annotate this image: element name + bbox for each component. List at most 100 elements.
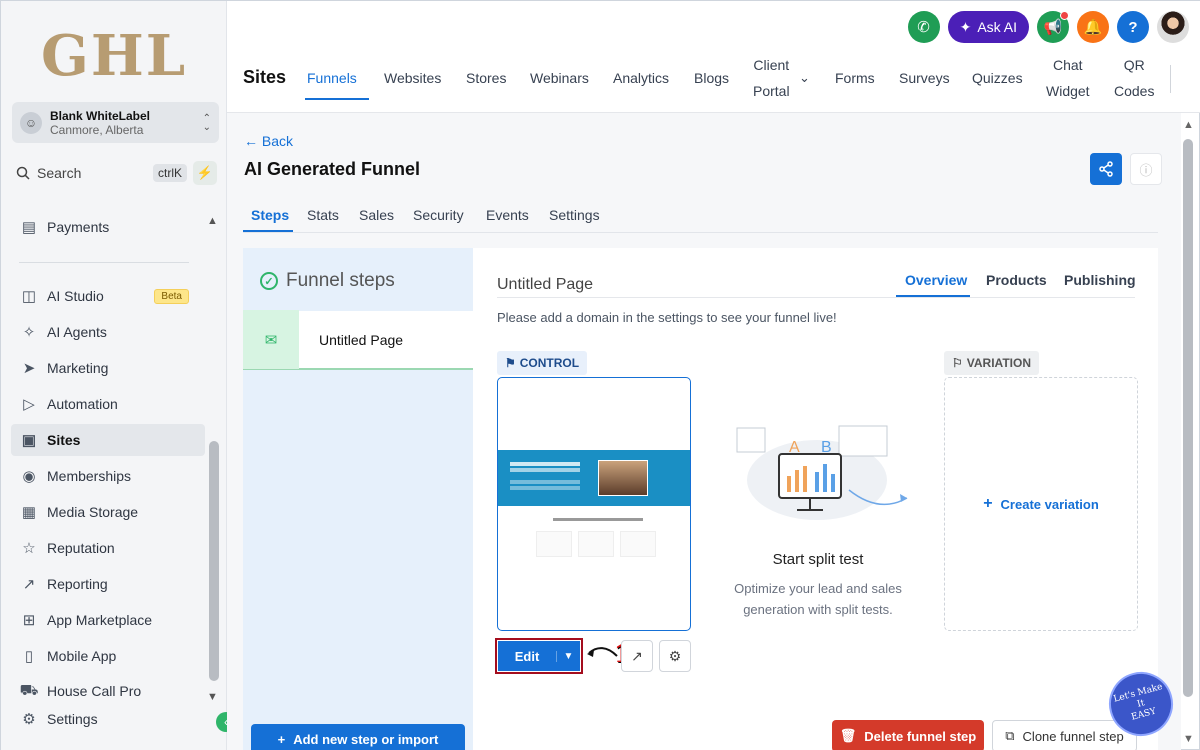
funnel-step-item[interactable]: ✉ Untitled Page	[243, 310, 473, 370]
ask-ai-button[interactable]: ✦ Ask AI	[947, 11, 1029, 43]
main-scroll-down[interactable]: ▼	[1183, 733, 1194, 745]
chevron-down-icon[interactable]: ⌄	[799, 65, 810, 91]
delete-step-button[interactable]: 🗑 Delete funnel step	[832, 720, 984, 750]
chevron-down-icon[interactable]: ▼	[556, 650, 580, 662]
sidebar-item-app-marketplace[interactable]: ⊞ App Marketplace	[19, 604, 205, 636]
tab-chat-widget-line2: Widget	[1046, 83, 1090, 99]
flag-icon: ⚑	[505, 356, 516, 370]
tab-publishing[interactable]: Publishing	[1064, 272, 1136, 288]
subtab-security[interactable]: Security	[413, 207, 464, 223]
variation-tag: ⚐ VARIATION	[944, 351, 1039, 375]
account-name: Blank WhiteLabel	[50, 108, 151, 123]
info-button[interactable]: ⓘ	[1130, 153, 1162, 185]
house-call-pro-icon: ⛟	[19, 681, 39, 699]
announcements-button[interactable]: 📢	[1037, 11, 1069, 43]
sidebar-item-ai-studio[interactable]: ◫ AI Studio Beta	[19, 280, 205, 312]
sidebar-item-label: Settings	[47, 711, 98, 727]
account-switcher[interactable]: ☺ Blank WhiteLabel Canmore, Alberta ⌃ ⌄	[12, 102, 219, 143]
tab-client-portal-line1: Client	[753, 57, 790, 73]
variant-b-label: B	[821, 439, 832, 456]
sidebar-item-label: Reporting	[47, 576, 108, 592]
share-button[interactable]	[1090, 153, 1122, 185]
subtab-steps[interactable]: Steps	[251, 207, 289, 223]
sidebar-item-automation[interactable]: ▷ Automation	[19, 388, 205, 420]
reporting-icon: ↗	[22, 576, 36, 593]
sidebar-divider	[19, 262, 189, 263]
create-variation-label: Create variation	[1000, 496, 1099, 512]
sidebar-item-settings[interactable]: ⚙ Settings	[19, 703, 205, 735]
tab-stores[interactable]: Stores	[466, 65, 506, 91]
sidebar-scroll-down[interactable]: ▼	[207, 691, 218, 703]
sidebar-item-reputation[interactable]: ☆ Reputation	[19, 532, 205, 564]
sidebar-item-ai-agents[interactable]: ✧ AI Agents	[19, 316, 205, 348]
preview-section-heading	[553, 518, 643, 521]
preview-hero	[498, 450, 690, 506]
ask-ai-label: Ask AI	[977, 19, 1017, 35]
sidebar-item-label: Mobile App	[47, 648, 117, 664]
tabs-divider	[1170, 65, 1171, 93]
tab-webinars[interactable]: Webinars	[530, 65, 589, 91]
subtab-sales[interactable]: Sales	[359, 207, 394, 223]
sidebar-item-label: Automation	[47, 396, 118, 412]
ai-studio-icon: ◫	[21, 288, 37, 305]
back-link[interactable]: ← Back	[244, 133, 293, 149]
account-icon: ☺	[20, 111, 42, 134]
search-button[interactable]: Search ctrlK	[12, 160, 187, 186]
tab-websites[interactable]: Websites	[384, 65, 441, 91]
sidebar-item-mobile-app[interactable]: ▯ Mobile App	[19, 640, 205, 672]
settings-icon: ⚙	[22, 711, 36, 728]
tab-analytics[interactable]: Analytics	[613, 65, 669, 91]
tab-qr-codes[interactable]: QR Codes	[1114, 52, 1154, 104]
sidebar-scrollbar[interactable]	[209, 441, 219, 681]
sidebar-scroll-up[interactable]: ▲	[207, 215, 218, 227]
tab-forms[interactable]: Forms	[835, 65, 875, 91]
subtab-settings[interactable]: Settings	[549, 207, 600, 223]
delete-step-label: Delete funnel step	[864, 728, 977, 744]
help-icon: ?	[1128, 18, 1138, 36]
envelope-icon: ✉	[243, 310, 299, 369]
main-scrollbar[interactable]	[1183, 139, 1193, 697]
tab-surveys[interactable]: Surveys	[899, 65, 950, 91]
notifications-button[interactable]: 🔔	[1077, 11, 1109, 43]
phone-button[interactable]: ✆	[907, 11, 940, 43]
split-test-description: Optimize your lead and sales generation …	[734, 581, 902, 617]
edit-button[interactable]: Edit ▼	[498, 641, 580, 671]
tab-chat-widget[interactable]: Chat Widget	[1046, 52, 1090, 104]
megaphone-icon: 📢	[1043, 19, 1063, 36]
step-settings-button[interactable]: ⚙	[659, 640, 691, 672]
sidebar-item-sites[interactable]: ▣ Sites	[11, 424, 205, 456]
page-title: AI Generated Funnel	[244, 159, 421, 179]
sidebar-item-media-storage[interactable]: ▦ Media Storage	[19, 496, 205, 528]
subtab-events[interactable]: Events	[486, 207, 529, 223]
subtab-stats[interactable]: Stats	[307, 207, 339, 223]
sidebar-item-label: Media Storage	[47, 504, 139, 520]
tab-overview[interactable]: Overview	[905, 272, 967, 288]
external-link-icon: ↗	[631, 647, 643, 664]
main-scroll-up[interactable]: ▲	[1183, 119, 1194, 131]
add-step-button[interactable]: + Add new step or import	[251, 724, 465, 750]
tab-products[interactable]: Products	[986, 272, 1047, 288]
lightning-icon: ⚡	[196, 165, 214, 180]
control-page-preview[interactable]	[497, 377, 691, 631]
split-test-title: Start split test	[772, 551, 864, 568]
clone-step-button[interactable]: ⧉ Clone funnel step	[992, 720, 1137, 750]
variation-label: VARIATION	[966, 356, 1031, 370]
create-variation-button[interactable]: + Create variation	[944, 377, 1138, 631]
help-button[interactable]: ?	[1117, 11, 1149, 43]
top-bar: ✆ ✦ Ask AI 📢 🔔 ? Sites Funnels Websites S…	[227, 1, 1200, 113]
quick-actions-button[interactable]: ⚡	[193, 161, 217, 185]
plus-icon: +	[277, 731, 286, 747]
tab-blogs[interactable]: Blogs	[694, 65, 729, 91]
sidebar-item-memberships[interactable]: ◉ Memberships	[19, 460, 205, 492]
tab-funnels[interactable]: Funnels	[307, 65, 357, 91]
tab-quizzes[interactable]: Quizzes	[972, 65, 1023, 91]
step-title: Untitled Page	[497, 276, 594, 293]
sidebar-item-reporting[interactable]: ↗ Reporting	[19, 568, 205, 600]
split-test-illustration: A B	[736, 425, 908, 520]
user-avatar[interactable]	[1157, 11, 1189, 43]
tab-client-portal[interactable]: Client Portal	[753, 52, 790, 104]
trash-icon: 🗑	[839, 728, 857, 743]
sidebar-item-payments[interactable]: ▤ Payments	[19, 211, 205, 243]
preview-button[interactable]: ↗	[621, 640, 653, 672]
sidebar-item-marketing[interactable]: ➤ Marketing	[19, 352, 205, 384]
